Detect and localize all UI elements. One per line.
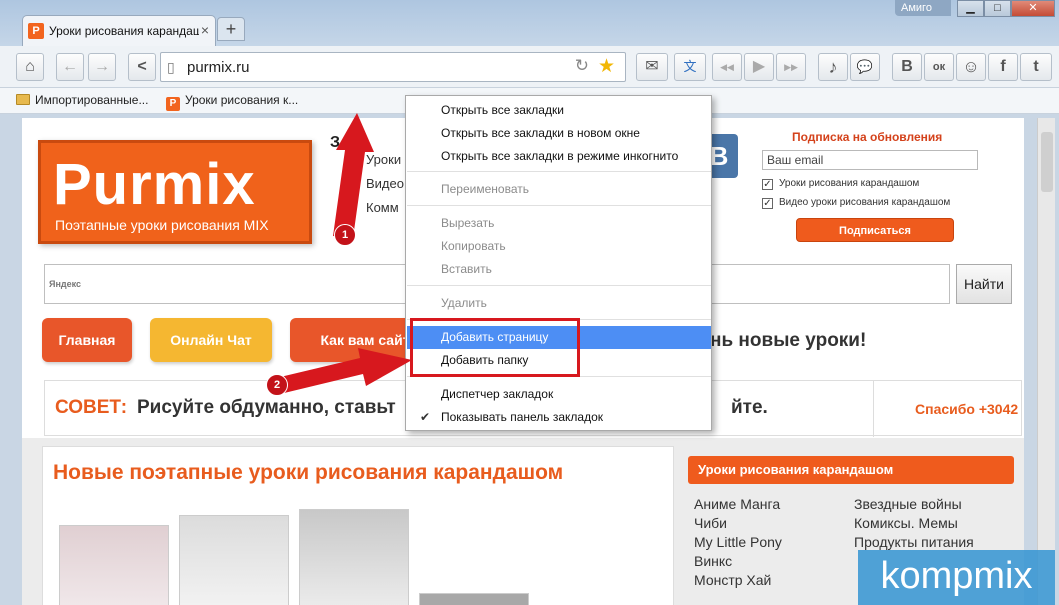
step-badge-2: 2 <box>266 374 288 396</box>
annotation-arrows <box>276 113 412 394</box>
highlight-add-page-box <box>410 318 580 377</box>
arrow-step-1 <box>333 113 374 238</box>
step-badge-1: 1 <box>334 224 356 246</box>
arrow-step-2 <box>276 348 412 394</box>
kompmix-watermark: kompmix <box>858 550 1055 605</box>
